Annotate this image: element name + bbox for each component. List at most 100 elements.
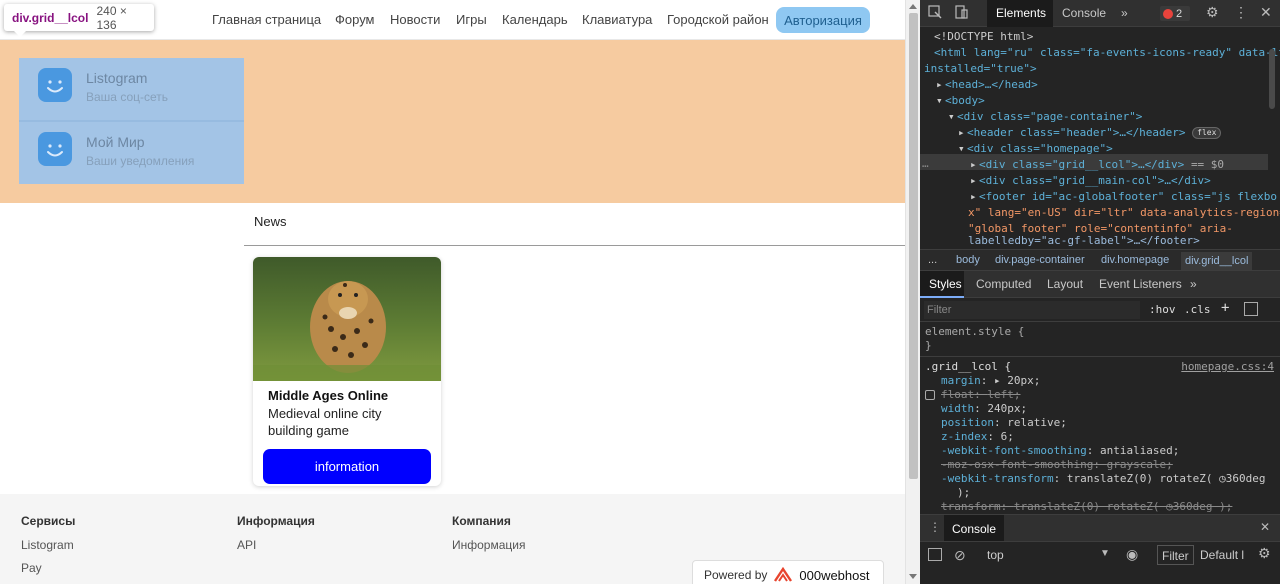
apps-column: Listogram Ваша соц-сеть Мой Мир Ваши уве…	[19, 58, 244, 184]
dom-doctype[interactable]: <!DOCTYPE html>	[934, 29, 1033, 45]
context-selector[interactable]: top	[987, 548, 1004, 562]
console-settings-gear-icon[interactable]: ⚙	[1258, 545, 1271, 562]
expand-arrow-icon[interactable]: ▸	[970, 173, 977, 189]
nav-games[interactable]: Игры	[456, 12, 487, 27]
app-item-my-world[interactable]: Мой Мир Ваши уведомления	[19, 120, 244, 182]
drawer-menu-icon[interactable]: ⋮	[929, 520, 941, 534]
property-checkbox[interactable]	[925, 390, 935, 400]
scroll-up-arrow-icon[interactable]	[909, 4, 917, 9]
error-count-badge[interactable]: 2	[1160, 6, 1190, 21]
tab-event-listeners[interactable]: Event Listeners	[1099, 277, 1182, 291]
expand-arrow-icon[interactable]: ▸	[936, 77, 943, 93]
chevron-down-icon[interactable]: ▼	[1100, 548, 1110, 559]
nav-news[interactable]: Новости	[390, 12, 440, 27]
footer-heading-services: Сервисы	[21, 514, 76, 528]
style-rule-6[interactable]: -moz-osx-font-smoothing: grayscale;	[941, 458, 1173, 472]
stylesheet-source-link[interactable]: homepage.css:4	[1181, 360, 1274, 374]
more-tabs-button[interactable]: »	[1121, 6, 1128, 20]
expand-arrow-icon[interactable]: ▸	[970, 157, 977, 173]
footer-link-company-info[interactable]: Информация	[452, 538, 525, 552]
news-divider	[244, 245, 905, 246]
inspect-element-icon[interactable]	[928, 5, 942, 22]
dom-homepage[interactable]: <div class="homepage">	[967, 141, 1113, 157]
breadcrumb-grid-lcol[interactable]: div.grid__lcol	[1181, 252, 1253, 270]
toggle-sidebar-icon[interactable]	[1244, 302, 1258, 316]
dom-html-open-cont[interactable]: installed="true">	[924, 61, 1037, 77]
breadcrumb-homepage[interactable]: div.homepage	[1101, 254, 1169, 266]
tab-elements[interactable]: Elements	[996, 6, 1046, 20]
nav-forum[interactable]: Форум	[335, 12, 375, 27]
app-title: Мой Мир	[86, 134, 145, 150]
tab-styles[interactable]: Styles	[929, 277, 962, 291]
flex-badge[interactable]: flex	[1192, 127, 1222, 139]
tab-computed[interactable]: Computed	[976, 277, 1031, 291]
footer-link-pay[interactable]: Pay	[21, 561, 42, 575]
close-drawer-icon[interactable]: ✕	[1260, 520, 1270, 534]
nav-city-district[interactable]: Городской район	[667, 12, 769, 27]
style-rule-4[interactable]: z-index: 6;	[941, 430, 1014, 444]
close-devtools-icon[interactable]: ✕	[1260, 4, 1272, 21]
footer-link-api[interactable]: API	[237, 538, 256, 552]
log-levels-dropdown[interactable]: Default l	[1200, 548, 1244, 562]
console-sidebar-icon[interactable]	[928, 548, 942, 561]
dom-footer-line-1[interactable]: <footer id="ac-globalfooter" class="js f…	[979, 189, 1277, 205]
scroll-down-arrow-icon[interactable]	[909, 574, 917, 579]
nav-calendar[interactable]: Календарь	[502, 12, 568, 27]
style-rule-5[interactable]: -webkit-font-smoothing: antialiased;	[941, 444, 1179, 458]
collapse-arrow-icon[interactable]: ▾	[936, 93, 943, 109]
dom-header-row[interactable]: <header class="header">…</header> flex	[967, 125, 1222, 141]
breadcrumb-body[interactable]: body	[956, 254, 980, 266]
dom-footer-line-2[interactable]: x" lang="en-US" dir="ltr" data-analytics…	[968, 205, 1280, 221]
footer-link-listogram[interactable]: Listogram	[21, 538, 74, 552]
element-style-open[interactable]: element.style {	[925, 325, 1024, 339]
expand-arrow-icon[interactable]: ▸	[958, 125, 965, 141]
powered-by-brand: 000webhost	[799, 567, 870, 583]
console-drawer-tab[interactable]: Console	[944, 515, 1004, 542]
login-button[interactable]: Авторизация	[776, 7, 870, 33]
dom-page-container[interactable]: <div class="page-container">	[957, 109, 1142, 125]
dom-html-open[interactable]: <html lang="ru" class="fa-events-icons-r…	[934, 45, 1280, 61]
hover-state-toggle[interactable]: :hov	[1149, 303, 1176, 316]
tab-console[interactable]: Console	[1062, 6, 1106, 20]
expand-arrow-icon[interactable]: ▸	[970, 189, 977, 205]
console-toolbar: ⊘ top ▼ ◉ Filter Default l ⚙	[920, 541, 1280, 568]
style-rule-7[interactable]: -webkit-transform: translateZ(0) rotateZ…	[941, 472, 1266, 486]
dom-head[interactable]: <head>…</head>	[945, 77, 1038, 93]
app-item-listogram[interactable]: Listogram Ваша соц-сеть	[19, 58, 244, 120]
rule-separator	[920, 356, 1280, 357]
page-scrollbar[interactable]	[905, 0, 920, 584]
settings-gear-icon[interactable]: ⚙	[1206, 4, 1219, 21]
powered-by-badge[interactable]: Powered by 000webhost	[692, 560, 884, 584]
clear-console-icon[interactable]: ⊘	[954, 547, 966, 564]
breadcrumb-ellipsis[interactable]: ...	[928, 254, 937, 266]
device-toggle-icon[interactable]	[954, 5, 968, 22]
styles-pane: element.style { } .grid__lcol { homepage…	[920, 322, 1280, 514]
styles-filter-input[interactable]: Filter	[924, 301, 1140, 319]
rule-selector[interactable]: .grid__lcol {	[925, 360, 1011, 374]
console-ref: == $0	[1190, 158, 1225, 171]
scrollbar-thumb[interactable]	[909, 13, 918, 479]
collapse-arrow-icon[interactable]: ▾	[948, 109, 955, 125]
dom-scrollbar-thumb[interactable]	[1269, 49, 1275, 109]
new-rule-icon[interactable]: +	[1221, 300, 1229, 316]
dom-footer-line-4[interactable]: labelledby="ac-gf-label">…</footer>	[968, 233, 1200, 249]
collapse-arrow-icon[interactable]: ▾	[958, 141, 965, 157]
style-rule-9[interactable]: transform: translateZ(0) rotateZ( ◷360de…	[941, 500, 1232, 514]
breadcrumb-page-container[interactable]: div.page-container	[995, 254, 1085, 266]
dom-grid-main-col[interactable]: <div class="grid__main-col">…</div>	[979, 173, 1211, 189]
dom-body[interactable]: <body>	[945, 93, 985, 109]
console-filter-input[interactable]: Filter	[1157, 545, 1194, 565]
more-options-icon[interactable]: ⋮	[1234, 4, 1248, 21]
information-button[interactable]: information	[263, 449, 431, 484]
dom-grid-lcol-row[interactable]: <div class="grid__lcol">…</div> == $0	[979, 157, 1224, 173]
style-rule-1[interactable]: float: left;	[941, 388, 1021, 402]
nav-keyboard[interactable]: Клавиатура	[582, 12, 652, 27]
style-rule-0[interactable]: margin: ▸ 20px;	[941, 374, 1040, 388]
more-subtabs-button[interactable]: »	[1190, 277, 1197, 291]
live-expression-eye-icon[interactable]: ◉	[1126, 546, 1138, 563]
class-toggle[interactable]: .cls	[1184, 303, 1211, 316]
style-rule-2[interactable]: width: 240px;	[941, 402, 1027, 416]
tab-layout[interactable]: Layout	[1047, 277, 1083, 291]
style-rule-3[interactable]: position: relative;	[941, 416, 1067, 430]
nav-home[interactable]: Главная страница	[212, 12, 321, 27]
